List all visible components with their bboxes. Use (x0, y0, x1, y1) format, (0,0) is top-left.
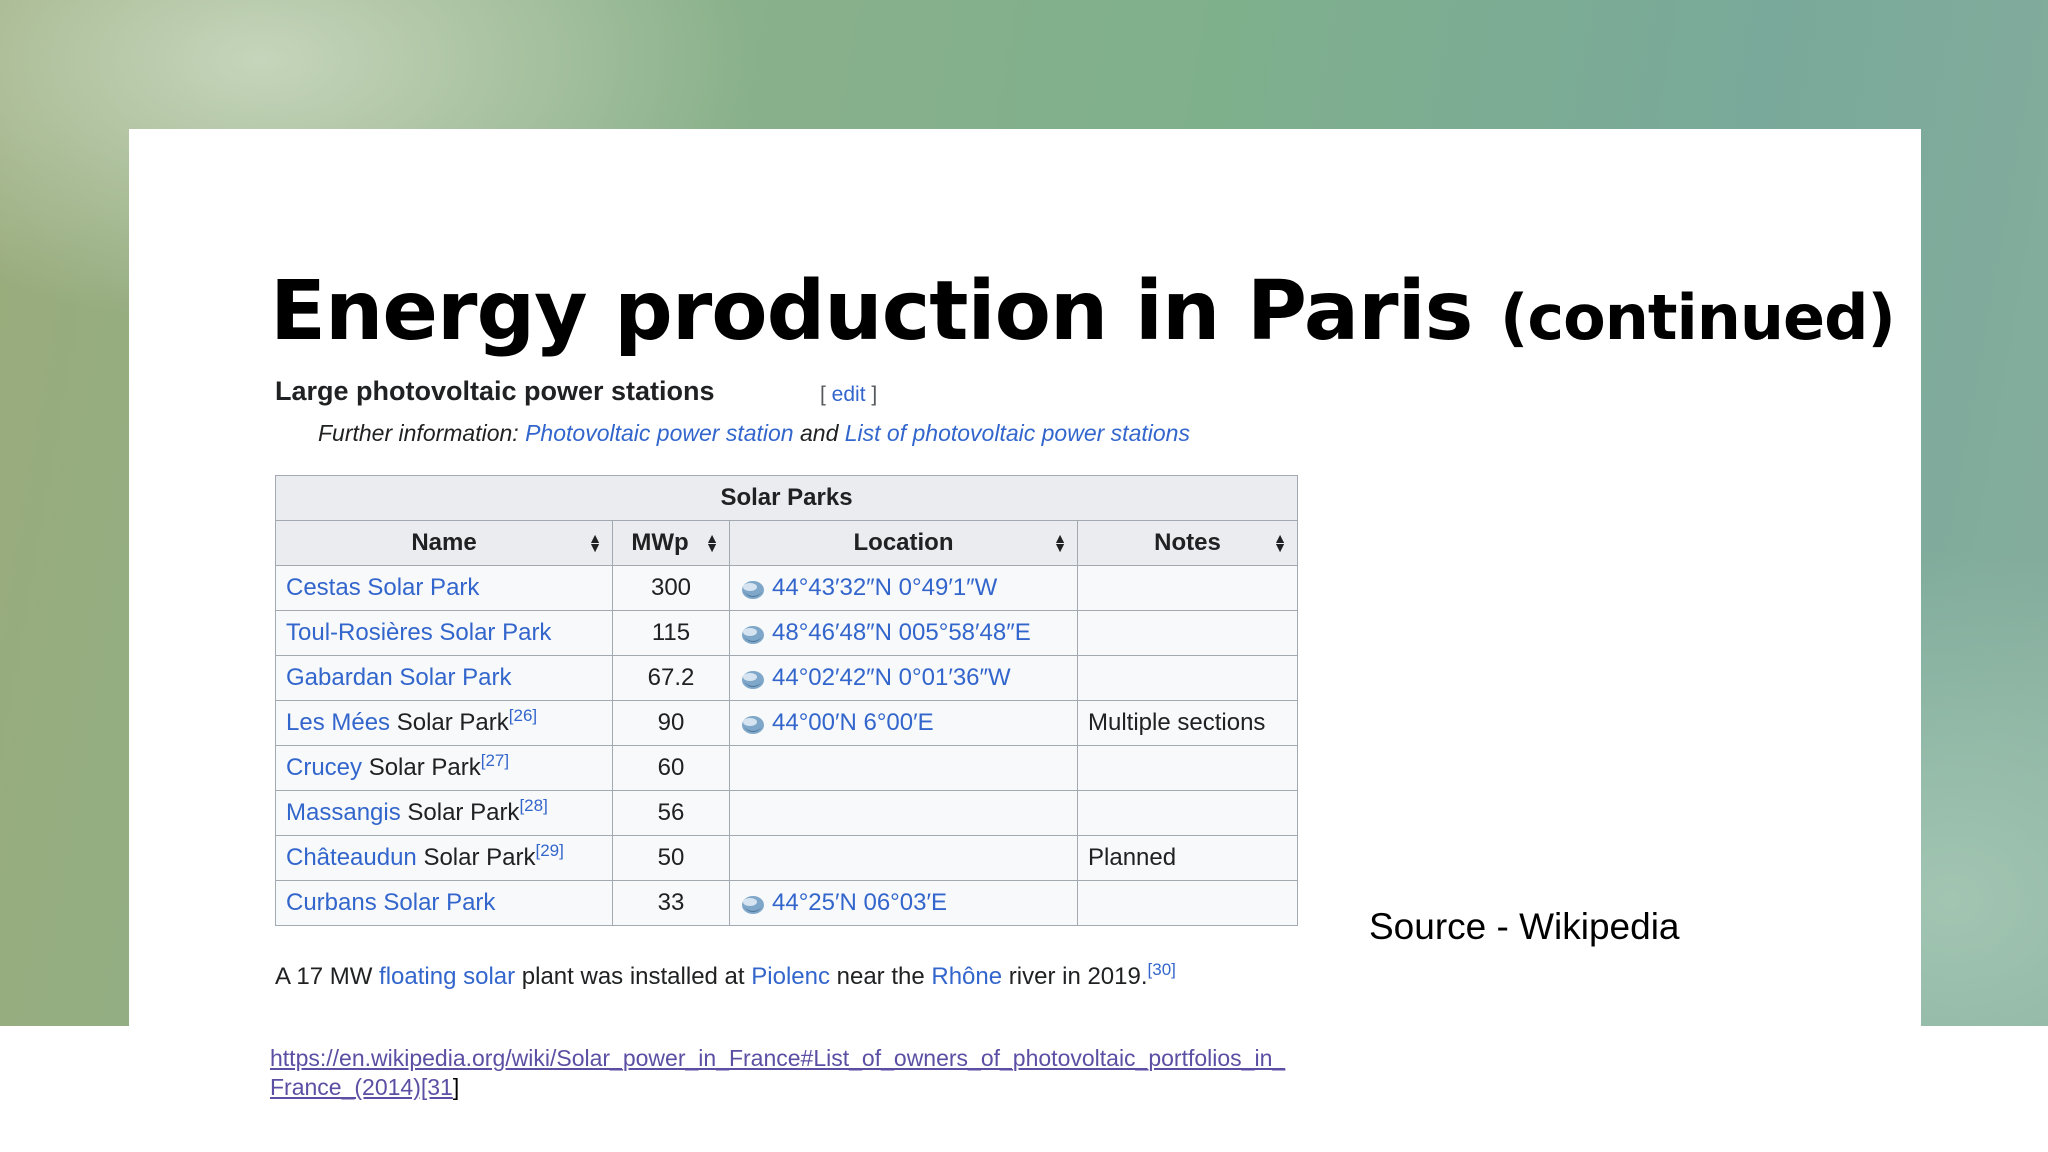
cell-mwp: 300 (612, 565, 730, 611)
globe-icon[interactable] (740, 623, 766, 645)
coordinates-link[interactable]: 48°46′48″N 005°58′48″E (772, 619, 1031, 646)
cell-name: Châteaudun Solar Park[29] (275, 835, 613, 881)
edit-link[interactable]: edit (832, 383, 866, 406)
cell-notes (1077, 610, 1298, 656)
reference-link[interactable]: [28] (519, 796, 547, 815)
link-piolenc[interactable]: Piolenc (751, 963, 830, 990)
table-row: Cestas Solar Park 300 44°43′32″N 0°49′1″W (275, 565, 1298, 611)
coordinates-link[interactable]: 44°25′N 06°03′E (772, 889, 947, 916)
solar-parks-table: Solar Parks Name ▲ ▼ MWp ▲ ▼ Location ▲ ▼ Note… (275, 475, 1298, 926)
cell-location (729, 790, 1078, 836)
cell-mwp: 90 (612, 700, 730, 746)
park-name-rest: Solar Park (400, 799, 520, 826)
slide-title: Energy production in Paris (continued) (270, 262, 1896, 368)
cell-mwp: 115 (612, 610, 730, 656)
title-sub: (continued) (1500, 281, 1896, 354)
cell-notes (1077, 790, 1298, 836)
table-body: Cestas Solar Park 300 44°43′32″N 0°49′1″W T… (275, 565, 1298, 926)
cell-location: 44°02′42″N 0°01′36″W (729, 655, 1078, 701)
column-header-location[interactable]: Location ▲ ▼ (729, 520, 1078, 566)
table-row: Châteaudun Solar Park[29] 50 Planned (275, 835, 1298, 881)
cell-notes: Planned (1077, 835, 1298, 881)
reference-link[interactable]: [26] (509, 706, 537, 725)
reference-link[interactable]: [27] (481, 751, 509, 770)
reference-30[interactable]: [30] (1148, 960, 1176, 979)
floating-solar-note: A 17 MW floating solar plant was install… (275, 960, 1176, 990)
table-row: Curbans Solar Park 33 44°25′N 06°03′E (275, 880, 1298, 926)
link-floating-solar[interactable]: floating solar (379, 963, 515, 990)
sort-icon[interactable]: ▲ ▼ (1053, 531, 1067, 554)
table-row: Les Mées Solar Park[26] 90 44°00′N 6°00′E M… (275, 700, 1298, 746)
cell-name: Les Mées Solar Park[26] (275, 700, 613, 746)
cell-mwp: 50 (612, 835, 730, 881)
cell-notes: Multiple sections (1077, 700, 1298, 746)
globe-icon[interactable] (740, 713, 766, 735)
cell-notes (1077, 655, 1298, 701)
park-link[interactable]: Crucey (286, 754, 362, 781)
park-link[interactable]: Châteaudun (286, 844, 417, 871)
cell-notes (1077, 565, 1298, 611)
link-rhone[interactable]: Rhône (931, 963, 1002, 990)
table-caption: Solar Parks (275, 475, 1298, 521)
source-url: https://en.wikipedia.org/wiki/Solar_powe… (270, 1045, 1286, 1100)
cell-name: Curbans Solar Park (275, 880, 613, 926)
cell-location (729, 835, 1078, 881)
table-header-row: Name ▲ ▼ MWp ▲ ▼ Location ▲ ▼ Notes ▲ ▼ (275, 520, 1298, 566)
sort-icon[interactable]: ▲ ▼ (1273, 531, 1287, 554)
table-row: Gabardan Solar Park 67.2 44°02′42″N 0°01′3… (275, 655, 1298, 701)
table-row: Massangis Solar Park[28] 56 (275, 790, 1298, 836)
cell-name: Crucey Solar Park[27] (275, 745, 613, 791)
cell-location (729, 745, 1078, 791)
cell-location: 44°25′N 06°03′E (729, 880, 1078, 926)
column-header-notes[interactable]: Notes ▲ ▼ (1077, 520, 1298, 566)
cell-name: Toul-Rosières Solar Park (275, 610, 613, 656)
edit-link-wrap: [ edit ] (820, 383, 878, 406)
section-heading: Large photovoltaic power stations (275, 376, 715, 406)
park-link[interactable]: Massangis (286, 799, 401, 826)
column-header-mwp[interactable]: MWp ▲ ▼ (612, 520, 730, 566)
cell-notes (1077, 880, 1298, 926)
globe-icon[interactable] (740, 893, 766, 915)
cell-mwp: 33 (612, 880, 730, 926)
cell-name: Gabardan Solar Park (275, 655, 613, 701)
park-link[interactable]: Les Mées (286, 709, 390, 736)
park-link[interactable]: Cestas Solar Park (286, 574, 479, 601)
link-photovoltaic-power-station[interactable]: Photovoltaic power station (525, 420, 794, 446)
cell-location: 44°00′N 6°00′E (729, 700, 1078, 746)
coordinates-link[interactable]: 44°43′32″N 0°49′1″W (772, 574, 997, 601)
park-name-rest: Solar Park (416, 844, 536, 871)
title-main: Energy production in Paris (270, 264, 1501, 359)
cell-mwp: 67.2 (612, 655, 730, 701)
cell-location: 48°46′48″N 005°58′48″E (729, 610, 1078, 656)
park-link[interactable]: Toul-Rosières Solar Park (286, 619, 551, 646)
cell-name: Cestas Solar Park (275, 565, 613, 611)
source-label: Source - Wikipedia (1369, 906, 1680, 947)
reference-link[interactable]: [29] (536, 841, 564, 860)
park-name-rest: Solar Park (390, 709, 509, 736)
sort-icon[interactable]: ▲ ▼ (588, 531, 602, 554)
table-row: Toul-Rosières Solar Park 115 48°46′48″N 00… (275, 610, 1298, 656)
sort-icon[interactable]: ▲ ▼ (705, 531, 719, 554)
globe-icon[interactable] (740, 668, 766, 690)
coordinates-link[interactable]: 44°02′42″N 0°01′36″W (772, 664, 1011, 691)
globe-icon[interactable] (740, 578, 766, 600)
cell-mwp: 60 (612, 745, 730, 791)
cell-notes (1077, 745, 1298, 791)
link-list-of-photovoltaic-power-stations[interactable]: List of photovoltaic power stations (845, 420, 1190, 446)
table-row: Crucey Solar Park[27] 60 (275, 745, 1298, 791)
coordinates-link[interactable]: 44°00′N 6°00′E (772, 709, 934, 736)
cell-location: 44°43′32″N 0°49′1″W (729, 565, 1078, 611)
cell-mwp: 56 (612, 790, 730, 836)
column-header-name[interactable]: Name ▲ ▼ (275, 520, 613, 566)
park-link[interactable]: Curbans Solar Park (286, 889, 495, 916)
cell-name: Massangis Solar Park[28] (275, 790, 613, 836)
further-information: Further information: Photovoltaic power … (318, 420, 1190, 446)
source-url-link[interactable]: https://en.wikipedia.org/wiki/Solar_powe… (270, 1045, 1285, 1100)
park-link[interactable]: Gabardan Solar Park (286, 664, 511, 691)
park-name-rest: Solar Park (362, 754, 481, 781)
